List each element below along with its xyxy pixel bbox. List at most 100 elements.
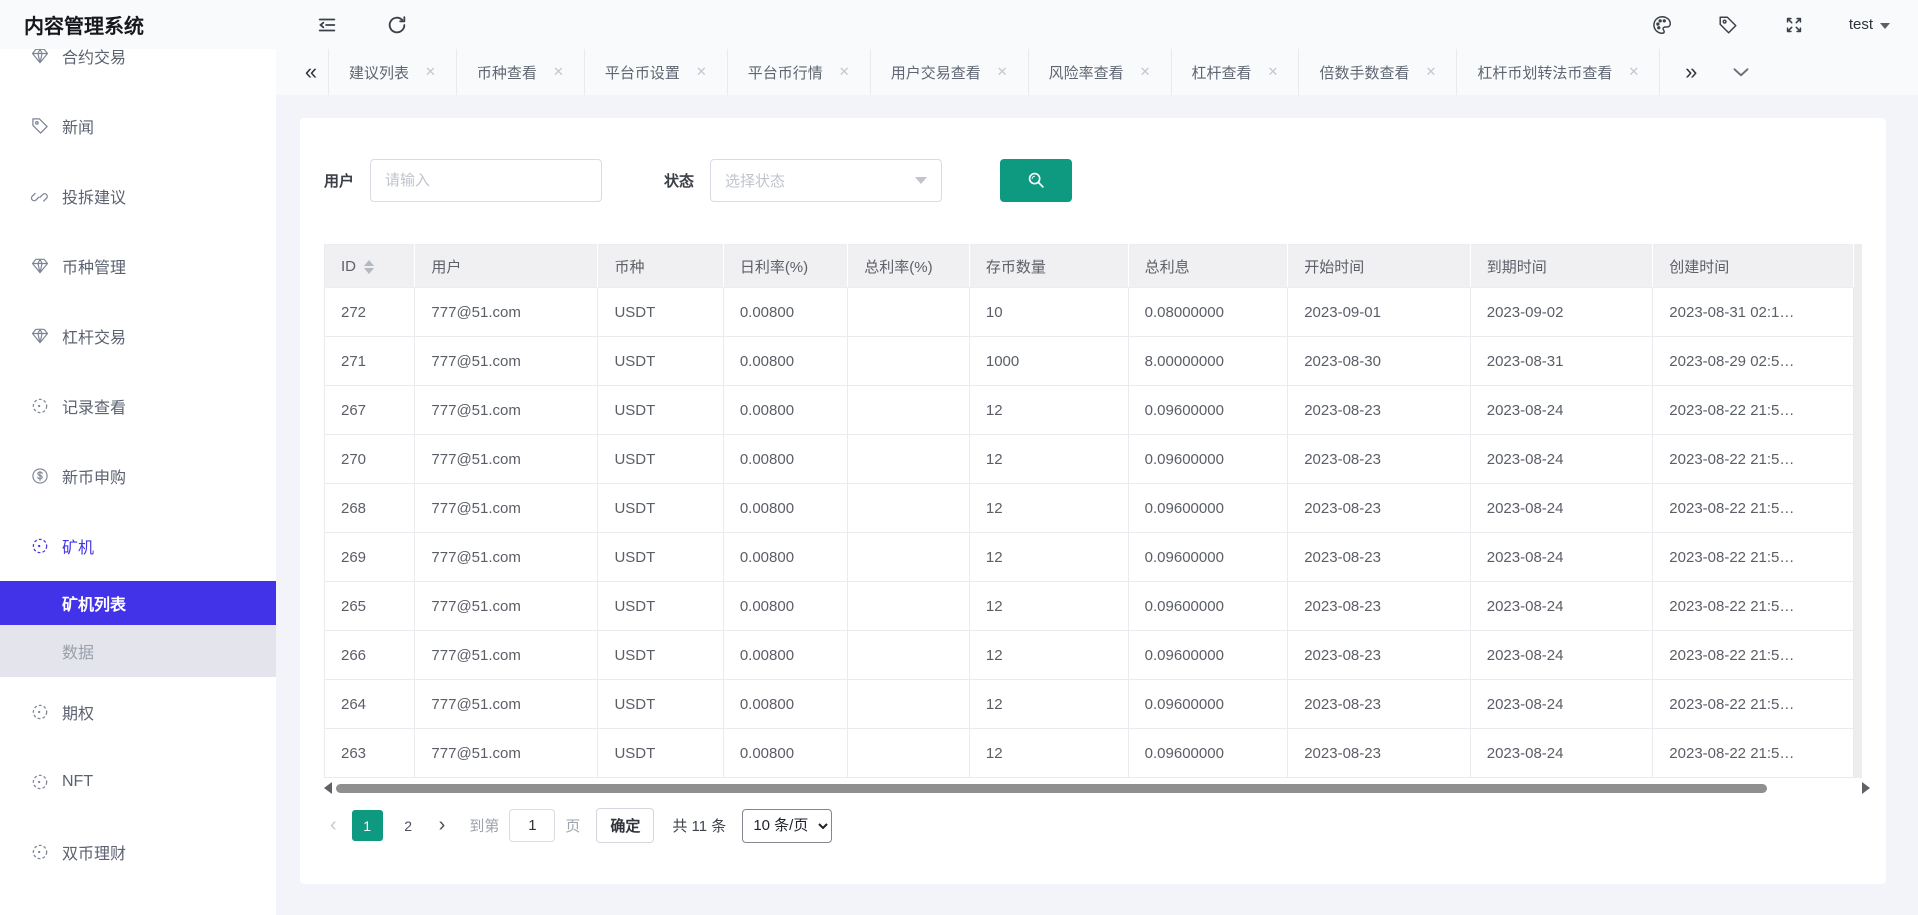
goto-page-input[interactable]: [509, 809, 555, 842]
table-cell: 2023-09-02: [1470, 288, 1653, 337]
table-cell: [848, 484, 970, 533]
tab-建议列表[interactable]: 建议列表✕: [328, 49, 456, 95]
tab-杠杆查看[interactable]: 杠杆查看✕: [1171, 49, 1299, 95]
table-cell: 0.09600000: [1128, 729, 1288, 778]
tab-币种查看[interactable]: 币种查看✕: [456, 49, 584, 95]
table-cell: [848, 435, 970, 484]
tab-close-icon[interactable]: ✕: [696, 64, 707, 80]
table-cell: [848, 386, 970, 435]
tab-close-icon[interactable]: ✕: [1268, 64, 1279, 80]
sidebar-item-投拆建议[interactable]: 投拆建议: [0, 161, 276, 231]
status-filter-select[interactable]: 选择状态: [710, 159, 942, 202]
table-cell: 2023-08-22 21:5…: [1653, 386, 1854, 435]
tab-close-icon[interactable]: ✕: [425, 64, 436, 80]
table-cell: 12: [969, 435, 1128, 484]
dollar-icon: [30, 466, 50, 486]
table-cell: 2023-09-01: [1288, 288, 1471, 337]
tab-label: 杠杆币划转法币查看: [1477, 62, 1612, 83]
sidebar-item-NFT[interactable]: NFT: [0, 747, 276, 817]
sort-carets-icon[interactable]: [364, 260, 374, 274]
goto-confirm-button[interactable]: 确定: [596, 808, 654, 843]
scrollbar-thumb[interactable]: [336, 784, 1767, 793]
refresh-icon[interactable]: [386, 14, 408, 36]
table-cell: 270: [325, 435, 415, 484]
table-cell: 777@51.com: [415, 435, 598, 484]
tabs-scroll-left-icon[interactable]: «: [294, 61, 328, 83]
page-unit-label: 页: [565, 815, 580, 836]
table-cell: USDT: [598, 484, 723, 533]
tag-icon[interactable]: [1717, 14, 1739, 36]
sidebar-item-期权[interactable]: 期权: [0, 677, 276, 747]
next-page-button[interactable]: ›: [429, 814, 456, 837]
page-size-select[interactable]: 10 条/页: [742, 809, 832, 843]
table-cell: 2023-08-24: [1470, 484, 1653, 533]
tab-label: 倍数手数查看: [1319, 62, 1409, 83]
sidebar-item-新币申购[interactable]: 新币申购: [0, 441, 276, 511]
table-cell: 0.00800: [723, 484, 847, 533]
table-cell: 12: [969, 631, 1128, 680]
tab-平台币设置[interactable]: 平台币设置✕: [584, 49, 727, 95]
table-row: 268777@51.comUSDT0.00800120.096000002023…: [325, 484, 1854, 533]
tab-close-icon[interactable]: ✕: [997, 64, 1008, 80]
sidebar-collapse-icon[interactable]: [316, 14, 338, 36]
table-cell: 2023-08-22 21:5…: [1653, 533, 1854, 582]
tab-close-icon[interactable]: ✕: [1425, 64, 1436, 80]
sidebar-item-双币理财[interactable]: 双币理财: [0, 817, 276, 887]
table-cell: 12: [969, 386, 1128, 435]
tab-close-icon[interactable]: ✕: [1628, 64, 1639, 80]
search-button[interactable]: [1000, 159, 1072, 202]
sidebar-subitem-矿机列表[interactable]: 矿机列表: [0, 581, 276, 625]
tab-平台币行情[interactable]: 平台币行情✕: [727, 49, 870, 95]
vertical-scrollbar-gutter[interactable]: [1854, 244, 1862, 778]
sidebar-item-杠杆交易[interactable]: 杠杆交易: [0, 301, 276, 371]
scroll-left-arrow-icon[interactable]: [324, 782, 332, 794]
tabs-scroll-right-icon[interactable]: »: [1674, 61, 1708, 83]
sidebar-item-label: 合约交易: [62, 49, 126, 68]
column-header-创建时间: 创建时间: [1653, 245, 1854, 288]
tab-倍数手数查看[interactable]: 倍数手数查看 ✕: [1298, 49, 1456, 95]
page-button-2[interactable]: 2: [393, 810, 424, 841]
sidebar-item-矿机[interactable]: 矿机: [0, 511, 276, 581]
table-cell: 2023-08-23: [1288, 533, 1471, 582]
table-cell: 268: [325, 484, 415, 533]
tabs-right-controls: »: [1659, 49, 1754, 95]
column-header-到期时间: 到期时间: [1470, 245, 1653, 288]
sidebar-item-记录查看[interactable]: 记录查看: [0, 371, 276, 441]
tab-close-icon[interactable]: ✕: [1140, 64, 1151, 80]
sidebar-subitem-数据[interactable]: 数据: [0, 625, 276, 677]
scroll-right-arrow-icon[interactable]: [1862, 782, 1870, 794]
diamond-icon: [30, 49, 50, 66]
table-cell: 2023-08-22 21:5…: [1653, 435, 1854, 484]
user-filter-input[interactable]: [370, 159, 602, 202]
table-cell: USDT: [598, 337, 723, 386]
tab-close-icon[interactable]: ✕: [839, 64, 850, 80]
prev-page-button[interactable]: ‹: [324, 814, 347, 837]
table-cell: USDT: [598, 680, 723, 729]
table-cell: 777@51.com: [415, 288, 598, 337]
table-cell: 10: [969, 288, 1128, 337]
sidebar-item-币种管理[interactable]: 币种管理: [0, 231, 276, 301]
table-cell: 0.00800: [723, 631, 847, 680]
tab-close-icon[interactable]: ✕: [553, 64, 564, 80]
tabs-chevron-down-icon[interactable]: [1728, 59, 1754, 85]
compass-icon: [30, 396, 50, 416]
tab-风险率查看[interactable]: 风险率查看✕: [1028, 49, 1171, 95]
user-menu[interactable]: test: [1849, 16, 1890, 33]
table-row: 269777@51.comUSDT0.00800120.096000002023…: [325, 533, 1854, 582]
column-header-ID[interactable]: ID: [325, 245, 415, 288]
compass-icon: [30, 536, 50, 556]
table-cell: 0.00800: [723, 533, 847, 582]
table-row: 271777@51.comUSDT0.0080010008.0000000020…: [325, 337, 1854, 386]
compass-icon: [30, 842, 50, 862]
fullscreen-icon[interactable]: [1783, 14, 1805, 36]
tab-用户交易查看[interactable]: 用户交易查看✕: [870, 49, 1028, 95]
scrollbar-track[interactable]: [336, 783, 1858, 794]
sidebar-item-新闻[interactable]: 新闻: [0, 91, 276, 161]
table-cell: USDT: [598, 631, 723, 680]
sidebar-item-合约交易[interactable]: 合约交易: [0, 49, 276, 91]
tab-杠杆币划转法币查看[interactable]: 杠杆币划转法币查看 ✕: [1456, 49, 1659, 95]
page-button-1[interactable]: 1: [352, 810, 383, 841]
table-cell: 266: [325, 631, 415, 680]
theme-palette-icon[interactable]: [1651, 14, 1673, 36]
table-cell: 265: [325, 582, 415, 631]
